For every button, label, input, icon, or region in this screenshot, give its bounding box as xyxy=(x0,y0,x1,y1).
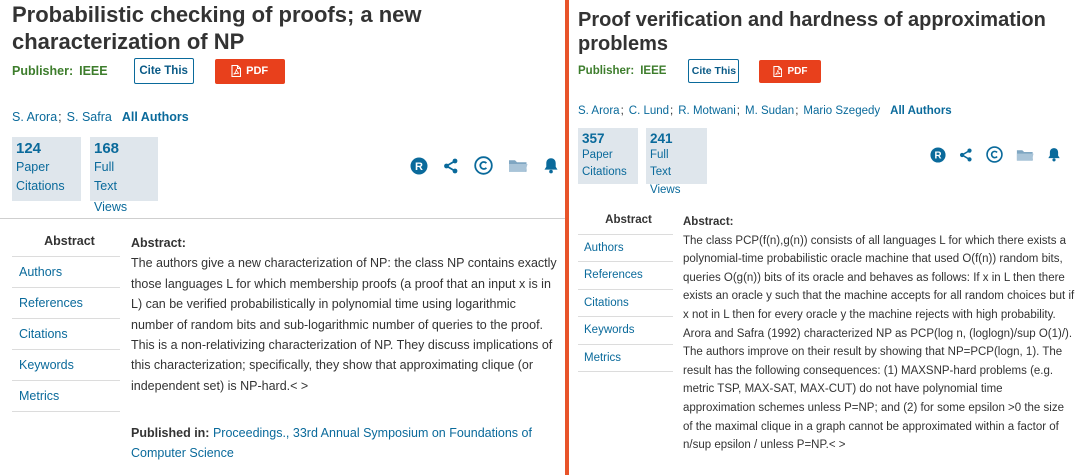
rights-r-icon[interactable]: R xyxy=(930,146,946,163)
nav-keywords[interactable]: Keywords xyxy=(578,317,673,345)
nav-authors[interactable]: Authors xyxy=(12,257,120,288)
abstract-section: Abstract: The authors give a new charact… xyxy=(131,233,559,396)
publisher-label: Publisher: xyxy=(12,64,74,78)
publisher-label: Publisher: xyxy=(578,65,635,77)
metric-label: Views xyxy=(650,184,681,196)
published-in-label: Published in: xyxy=(131,426,210,440)
author-link[interactable]: R. Motwani xyxy=(678,105,736,117)
author-link[interactable]: S. Safra xyxy=(67,110,112,124)
metric-value: 241 xyxy=(650,131,673,146)
article-toolbar: R xyxy=(930,146,1061,163)
share-icon[interactable] xyxy=(443,158,459,174)
nav-references[interactable]: References xyxy=(578,262,673,290)
section-nav: Abstract Authors References Citations Ke… xyxy=(12,226,120,412)
cite-this-button[interactable]: Cite This xyxy=(133,58,194,84)
nav-references[interactable]: References xyxy=(12,288,120,319)
nav-keywords[interactable]: Keywords xyxy=(12,350,120,381)
pdf-file-icon xyxy=(231,65,242,77)
publisher-value: IEEE xyxy=(640,65,667,77)
publisher-row: Publisher: IEEE Cite This PDF xyxy=(578,59,822,83)
metric-value: 124 xyxy=(16,140,42,157)
svg-text:R: R xyxy=(934,150,941,161)
separator-line xyxy=(0,218,565,219)
metric-label: Text xyxy=(94,178,117,193)
full-text-views-metric[interactable]: 241 Full Text xyxy=(646,128,707,184)
right-article-panel: Proof verification and hardness of appro… xyxy=(570,0,1080,475)
cite-this-button[interactable]: Cite This xyxy=(688,59,740,83)
pdf-file-icon xyxy=(773,65,783,77)
abstract-section: Abstract: The class PCP(f(n),g(n)) consi… xyxy=(683,213,1075,455)
nav-metrics[interactable]: Metrics xyxy=(12,381,120,412)
author-separator: ; xyxy=(620,105,624,117)
paper-citations-metric[interactable]: 124 Paper Citations xyxy=(12,137,81,201)
author-link[interactable]: S. Arora xyxy=(578,105,620,117)
left-article-panel: Probabilistic checking of proofs; a new … xyxy=(0,0,565,475)
metric-label: Text xyxy=(650,166,672,179)
abstract-heading: Abstract: xyxy=(683,216,734,228)
metric-label: Views xyxy=(94,200,128,214)
publisher-value: IEEE xyxy=(79,64,108,78)
publisher: Publisher: IEEE xyxy=(12,64,108,78)
author-separator: ; xyxy=(795,105,799,117)
nav-authors[interactable]: Authors xyxy=(578,235,673,262)
abstract-text: The class PCP(f(n),g(n)) consists of all… xyxy=(683,234,1075,452)
all-authors-link[interactable]: All Authors xyxy=(122,110,189,124)
metric-label: Full xyxy=(94,160,115,174)
svg-text:R: R xyxy=(415,161,423,173)
pdf-label: PDF xyxy=(787,65,808,77)
copyright-icon[interactable] xyxy=(474,156,493,175)
bell-icon[interactable] xyxy=(543,157,559,174)
metric-label: Citations xyxy=(16,178,65,193)
author-separator: ; xyxy=(58,110,62,124)
publisher: Publisher: IEEE xyxy=(578,65,666,77)
metric-label: Full xyxy=(650,149,669,162)
nav-abstract[interactable]: Abstract xyxy=(578,207,673,235)
metric-value: 168 xyxy=(94,140,120,157)
all-authors-link[interactable]: All Authors xyxy=(890,105,952,117)
abstract-text: The authors give a new characterization … xyxy=(131,256,557,393)
article-title: Probabilistic checking of proofs; a new … xyxy=(12,2,422,54)
author-link[interactable]: S. Arora xyxy=(12,110,57,124)
rights-r-icon[interactable]: R xyxy=(410,157,428,175)
nav-citations[interactable]: Citations xyxy=(578,290,673,317)
pdf-button[interactable]: PDF xyxy=(214,58,285,84)
author-separator: ; xyxy=(670,105,674,117)
author-list: S. Arora; S. Safra All Authors xyxy=(12,110,189,124)
panel-divider xyxy=(565,0,569,475)
abstract-heading: Abstract: xyxy=(131,236,186,250)
folder-icon[interactable] xyxy=(508,158,528,173)
metric-label: Paper xyxy=(16,160,50,174)
nav-citations[interactable]: Citations xyxy=(12,319,120,350)
author-list: S. Arora; C. Lund; R. Motwani; M. Sudan;… xyxy=(578,105,952,117)
publisher-row: Publisher: IEEE Cite This PDF xyxy=(12,58,285,84)
published-in: Published in: Proceedings., 33rd Annual … xyxy=(131,423,561,464)
nav-metrics[interactable]: Metrics xyxy=(578,345,673,372)
pdf-label: PDF xyxy=(246,65,269,77)
author-separator: ; xyxy=(736,105,740,117)
nav-abstract[interactable]: Abstract xyxy=(12,226,120,257)
article-toolbar: R xyxy=(410,156,559,175)
author-link[interactable]: M. Sudan xyxy=(745,105,794,117)
paper-citations-metric[interactable]: 357 Paper Citations xyxy=(578,128,638,184)
copyright-icon[interactable] xyxy=(986,146,1003,163)
folder-icon[interactable] xyxy=(1016,148,1034,162)
author-link[interactable]: C. Lund xyxy=(629,105,669,117)
author-link[interactable]: Mario Szegedy xyxy=(803,105,880,117)
metric-value: 357 xyxy=(582,131,605,146)
pdf-button[interactable]: PDF xyxy=(759,59,822,83)
section-nav: Abstract Authors References Citations Ke… xyxy=(578,207,673,372)
metric-label: Citations xyxy=(582,166,627,179)
article-title: Proof verification and hardness of appro… xyxy=(578,9,1046,56)
metric-label: Paper xyxy=(582,149,613,162)
share-icon[interactable] xyxy=(959,148,973,162)
bell-icon[interactable] xyxy=(1047,147,1061,162)
full-text-views-metric[interactable]: 168 Full Text xyxy=(90,137,158,201)
